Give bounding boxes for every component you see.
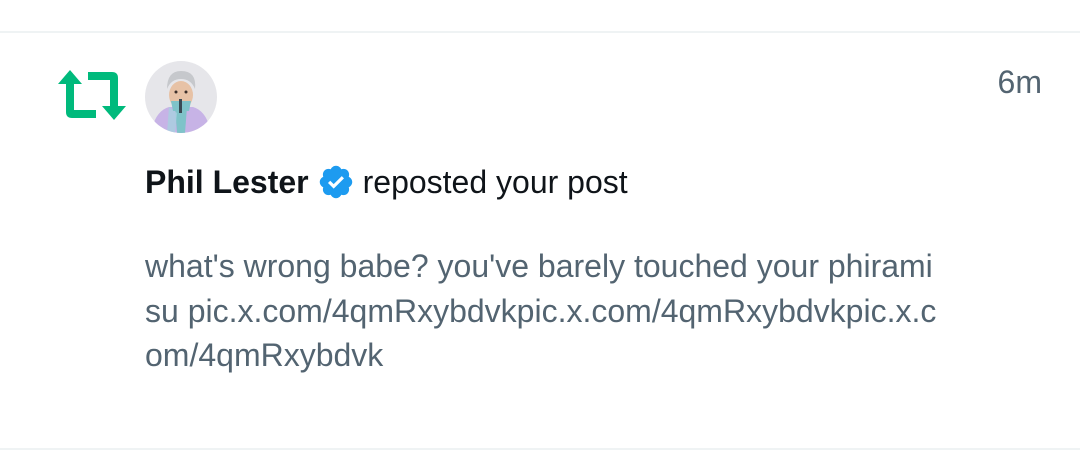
- user-name-link[interactable]: Phil Lester: [145, 162, 309, 202]
- timestamp: 6m: [997, 64, 1042, 100]
- verified-badge-icon: [319, 165, 352, 199]
- notification-headline: Phil Lester reposted your post: [145, 162, 628, 202]
- bottom-divider: [0, 448, 1080, 450]
- avatar-image: [145, 61, 217, 133]
- post-text[interactable]: what's wrong babe? you've barely touched…: [145, 244, 945, 378]
- action-text: reposted your post: [362, 164, 628, 200]
- repost-icon: [58, 70, 126, 120]
- top-divider: [0, 31, 1080, 33]
- avatar[interactable]: [145, 61, 217, 133]
